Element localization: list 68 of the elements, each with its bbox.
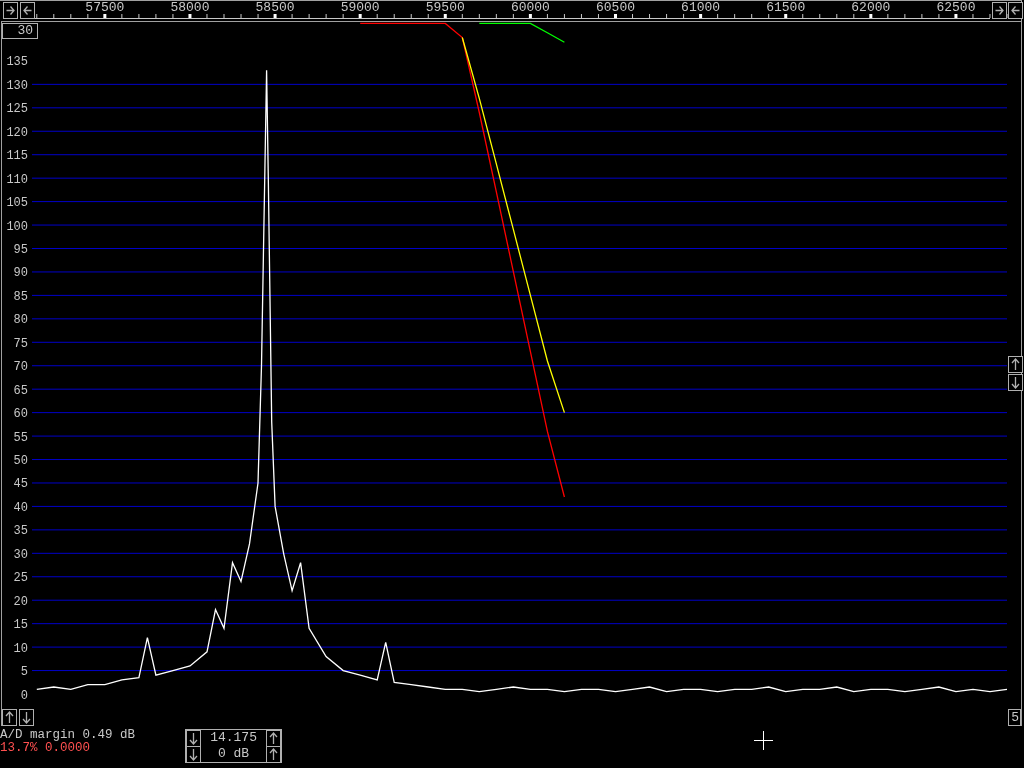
- scroll-down-button[interactable]: [1008, 374, 1023, 391]
- axis-label: 61500: [766, 0, 806, 15]
- scroll-right-button[interactable]: [3, 2, 18, 19]
- axis-label: 30: [13, 547, 28, 562]
- down-arrow-icon: [1011, 376, 1020, 389]
- scroll-up-button[interactable]: [2, 709, 17, 726]
- axis-label: 60000: [510, 0, 550, 15]
- left-arrow-icon: [23, 4, 32, 17]
- axis-label: 50: [13, 454, 28, 469]
- axis-label: 55: [13, 430, 28, 445]
- axis-label: 5: [20, 665, 28, 680]
- scroll-up-button[interactable]: [1008, 356, 1023, 373]
- axis-label: 80: [13, 313, 28, 328]
- axis-label: 135: [6, 55, 28, 70]
- axis-label: 95: [13, 243, 28, 257]
- axis-label: 85: [13, 289, 28, 304]
- axis-label: 60: [13, 407, 28, 422]
- left-arrow-icon: [1011, 4, 1020, 17]
- up-arrow-icon: [269, 747, 279, 761]
- axis-label: 120: [6, 125, 28, 140]
- down-arrow-icon: [189, 747, 199, 761]
- down-arrow-icon: [189, 731, 199, 745]
- frequency-value: 14.175: [209, 731, 258, 745]
- scroll-down-button[interactable]: [186, 729, 202, 747]
- axis-label: 35: [13, 524, 28, 539]
- up-arrow-icon: [1011, 358, 1020, 371]
- axis-label: 62000: [851, 0, 891, 15]
- scale-field[interactable]: 30: [2, 23, 38, 39]
- scroll-left-button[interactable]: [1008, 2, 1023, 19]
- axis-label: 125: [6, 102, 28, 117]
- up-arrow-icon: [5, 711, 14, 724]
- axis-label: 20: [13, 594, 28, 609]
- axis-label: 25: [13, 571, 28, 586]
- crosshair-cursor-icon: [754, 731, 773, 750]
- right-arrow-icon: [995, 4, 1004, 17]
- scroll-up-button[interactable]: [266, 729, 282, 747]
- axis-label: 40: [13, 500, 28, 515]
- axis-label: 70: [13, 360, 28, 375]
- axis-label: 58000: [170, 0, 210, 15]
- scroll-down-button[interactable]: [19, 709, 34, 726]
- up-arrow-icon: [269, 731, 279, 745]
- axis-label: 130: [6, 78, 28, 93]
- axis-label: 10: [13, 641, 28, 656]
- right-arrow-icon: [6, 4, 15, 17]
- level-readout: 13.7% 0.0000: [0, 742, 91, 755]
- axis-label: 59500: [425, 0, 465, 15]
- axis-label: 60500: [596, 0, 635, 15]
- margin-readout: A/D margin 0.49 dB: [0, 729, 136, 742]
- axis-label: 15: [13, 618, 28, 633]
- axis-label: 100: [6, 219, 28, 234]
- axis-label: 75: [13, 336, 28, 351]
- axis-label: 0: [20, 688, 28, 703]
- axis-label: 90: [13, 266, 28, 281]
- axis-label: 110: [6, 172, 28, 187]
- axis-label: 65: [13, 383, 28, 398]
- axis-label: 59000: [340, 0, 380, 15]
- axis-label: 45: [13, 477, 28, 492]
- gain-value: 0 dB: [216, 747, 251, 761]
- page-field[interactable]: 5: [1008, 709, 1021, 726]
- axis-label: 57500: [85, 0, 125, 15]
- scroll-left-button[interactable]: [20, 2, 35, 19]
- axis-label: 62500: [936, 0, 976, 15]
- axis-label: 61000: [681, 0, 721, 15]
- axis-label: 115: [6, 149, 28, 164]
- axis-label: 58500: [255, 0, 295, 15]
- axis-label: 105: [6, 196, 28, 211]
- scroll-right-button[interactable]: [992, 2, 1007, 19]
- down-arrow-icon: [22, 711, 31, 724]
